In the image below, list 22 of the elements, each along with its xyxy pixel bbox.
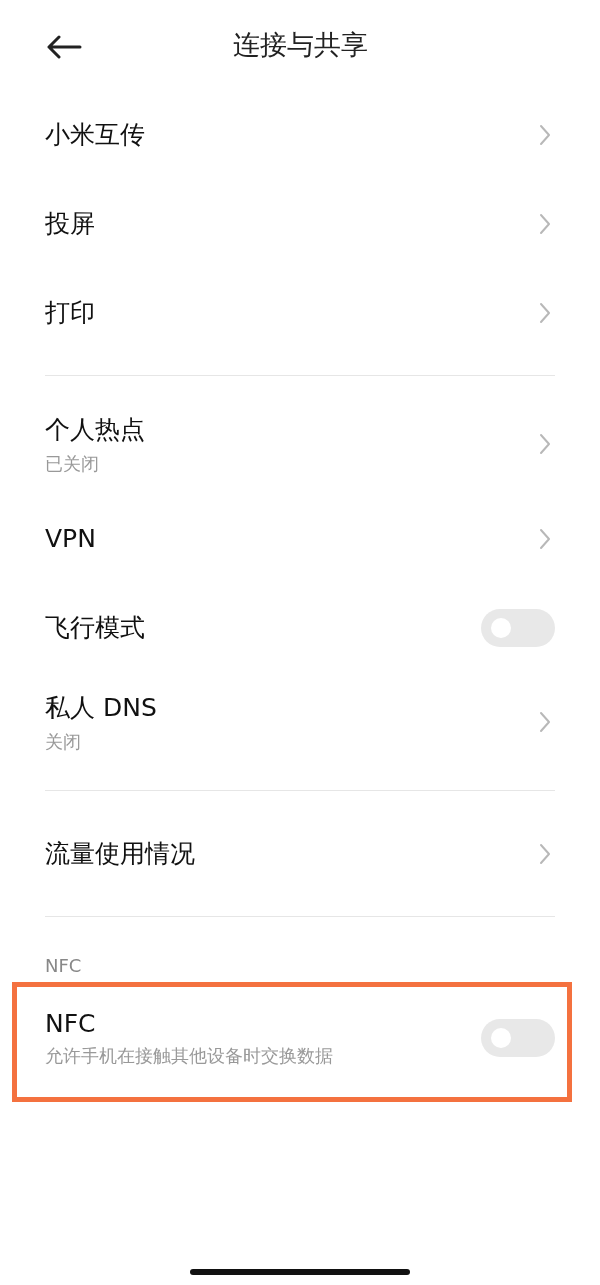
- chevron-icon: [539, 433, 551, 455]
- setting-title[interactable]: NFC: [45, 1008, 333, 1038]
- setting-title[interactable]: 投屏: [45, 207, 95, 240]
- setting-title[interactable]: 流量使用情况: [45, 837, 195, 870]
- chevron-icon: [539, 842, 551, 865]
- setting-title[interactable]: 打印: [45, 296, 95, 329]
- back-icon[interactable]: [46, 35, 82, 59]
- setting-subtitle: 关闭: [45, 729, 82, 754]
- section-label: NFC: [45, 954, 83, 978]
- page-title: 连接与共享: [232, 28, 368, 62]
- setting-subtitle: 已关闭: [45, 451, 100, 476]
- setting-title[interactable]: VPN: [45, 524, 96, 553]
- chevron-icon: [539, 212, 551, 235]
- chevron-icon: [539, 123, 551, 146]
- setting-title[interactable]: 小米互传: [45, 118, 145, 151]
- setting-title[interactable]: 飞行模式: [45, 611, 145, 644]
- chevron-icon: [539, 711, 551, 733]
- chevron-icon: [539, 301, 551, 324]
- setting-title[interactable]: 私人 DNS: [45, 690, 157, 724]
- chevron-icon: [539, 527, 551, 550]
- setting-title[interactable]: 个人热点: [45, 412, 145, 446]
- setting-subtitle: 允许手机在接触其他设备时交换数据: [45, 1043, 333, 1068]
